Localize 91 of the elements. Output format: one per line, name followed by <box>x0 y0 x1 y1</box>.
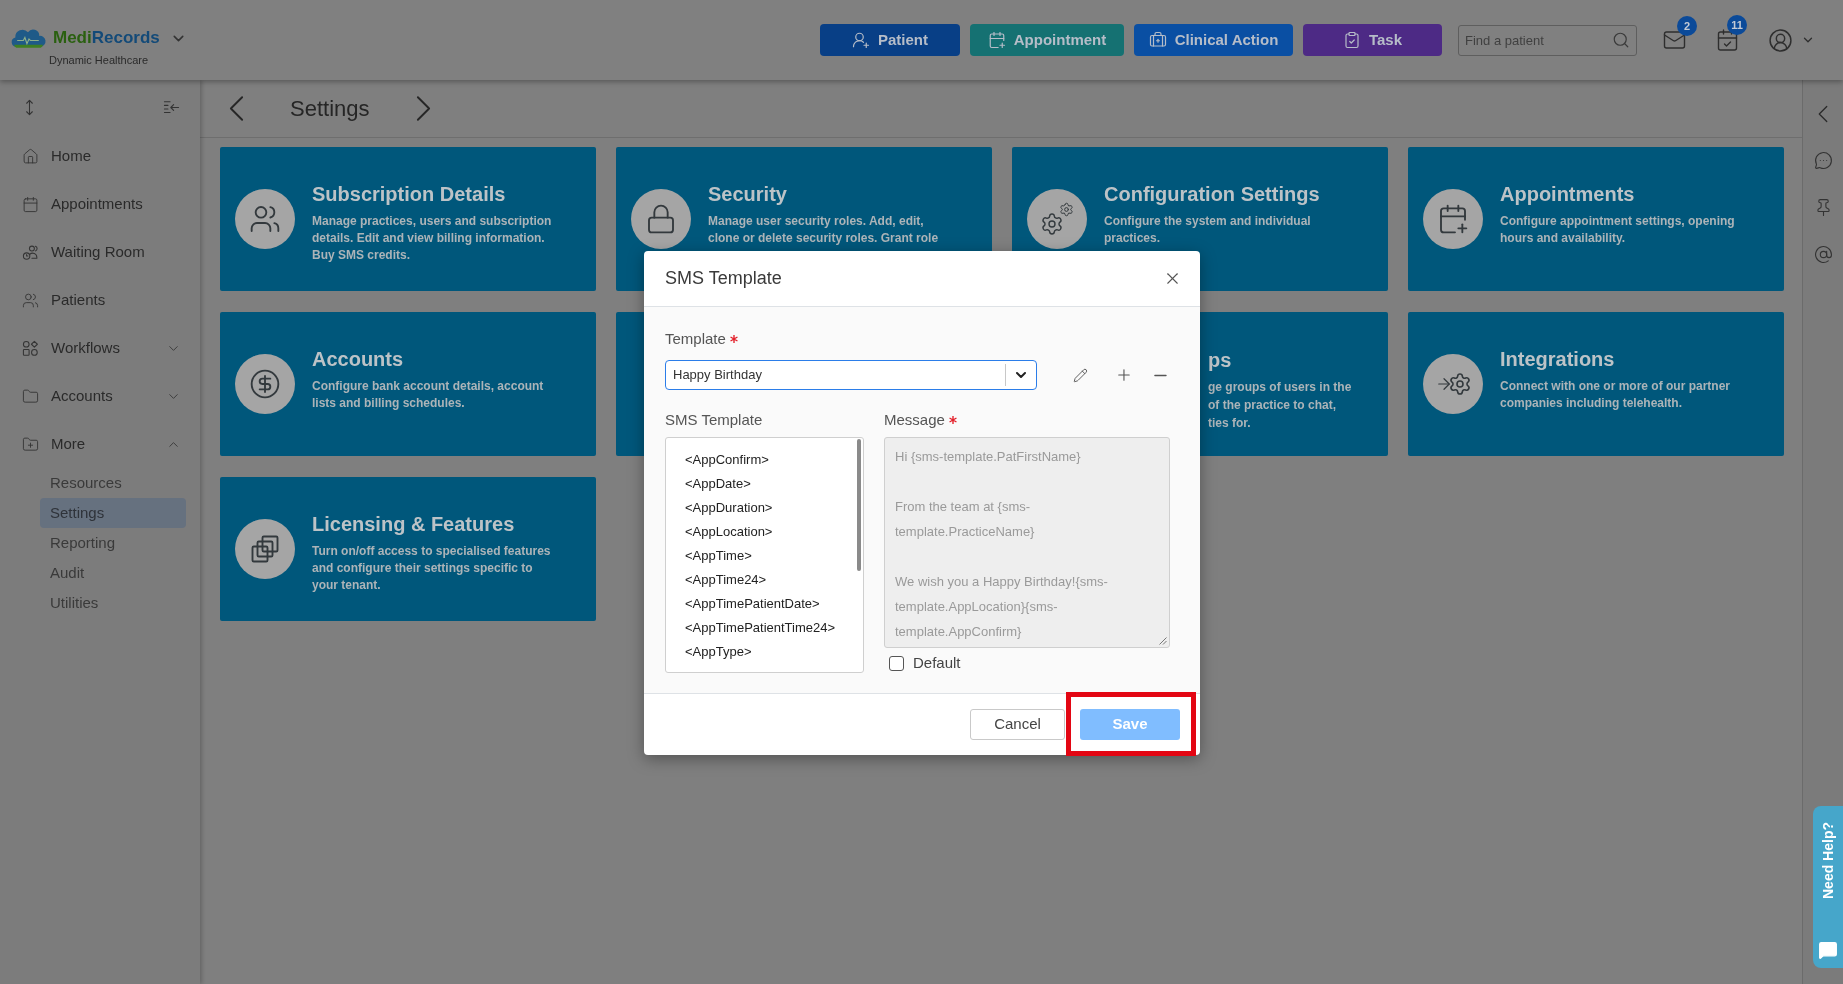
sidebar-subitem[interactable]: Resources <box>40 468 186 498</box>
folder-icon <box>22 387 39 405</box>
search-field[interactable]: Find a patient <box>1458 24 1637 56</box>
back-chevron-icon[interactable] <box>229 95 244 122</box>
template-select[interactable]: Happy Birthday <box>665 360 1038 390</box>
people-clock-icon <box>22 243 39 261</box>
settings-card[interactable]: Appointments Configure appointment settings, opening hours and availability. <box>1408 147 1784 291</box>
card-description: Configure appointment settings, opening hours and availability. <box>1500 213 1736 247</box>
header-action-button[interactable]: Task <box>1303 24 1442 56</box>
calendar-plus-icon <box>1423 189 1483 249</box>
sidebar-item[interactable]: More <box>0 420 200 468</box>
template-variable-item[interactable]: <AppLocation> <box>666 520 863 544</box>
gears-icon <box>1027 189 1087 249</box>
card-title: Licensing & Features <box>312 512 516 537</box>
card-description: Manage practices, users and subscription details. Edit and view billing information. Buy SMS credits. <box>312 213 553 264</box>
card-description: Connect with one or more of our partner companies including telehealth. <box>1500 378 1731 412</box>
count-badge: 11 <box>1727 15 1747 35</box>
card-title: ps <box>1208 348 1233 373</box>
help-tab[interactable]: Need Help? <box>1813 806 1843 968</box>
card-title: Appointments <box>1500 182 1636 207</box>
people-icon <box>235 189 295 249</box>
sidebar-subitem[interactable]: Reporting <box>40 528 186 558</box>
lock-icon <box>631 189 691 249</box>
sidebar-item[interactable]: Waiting Room <box>0 228 200 276</box>
cancel-button[interactable]: Cancel <box>970 709 1065 740</box>
card-description: Turn on/off access to specialised features and configure their settings specific to your tenant. <box>312 543 552 594</box>
template-variable-item[interactable]: <AppTimePatientDate> <box>666 592 863 616</box>
calendar-check-icon[interactable] <box>1715 28 1740 52</box>
mail-icon[interactable] <box>1662 28 1687 52</box>
calendar-plus-icon <box>987 31 1006 49</box>
sidebar-item[interactable]: Appointments <box>0 180 200 228</box>
medical-case-icon <box>1148 31 1167 49</box>
settings-card[interactable]: Licensing & Features Turn on/off access to specialised features and configure their settings specific to your tenant. <box>220 477 596 621</box>
page-title: Settings <box>290 95 370 123</box>
forward-chevron-icon[interactable] <box>415 95 431 122</box>
shapes-icon <box>22 339 39 357</box>
chat-bubble-icon <box>1818 940 1838 960</box>
card-description: Configure the system and individual practices. <box>1104 213 1312 247</box>
template-variable-item[interactable]: <AppType> <box>666 640 863 664</box>
checkbox-label[interactable]: Default <box>913 654 961 672</box>
calendar-icon <box>22 195 39 213</box>
people-icon <box>22 291 39 309</box>
home-icon <box>22 147 39 165</box>
sidebar-subitem[interactable]: Utilities <box>40 588 186 618</box>
card-title: Accounts <box>312 347 405 372</box>
template-variable-item[interactable]: <AppTimePatientTime24> <box>666 616 863 640</box>
search-icon[interactable] <box>1612 30 1630 49</box>
checkbox[interactable] <box>889 655 904 671</box>
header-action-button[interactable]: Appointment <box>970 24 1124 56</box>
sidebar-item[interactable]: Workflows <box>0 324 200 372</box>
template-variable-item[interactable]: <AppTime24> <box>666 568 863 592</box>
dialog-title: SMS Template <box>665 267 782 290</box>
template-variable-item[interactable]: <AppTime> <box>666 544 863 568</box>
card-description: Configure bank account details, account lists and billing schedules. <box>312 378 545 412</box>
arrow-gear-icon <box>1423 354 1483 414</box>
field-label: Message <box>884 409 945 430</box>
card-title: Subscription Details <box>312 182 507 207</box>
sidebar-subitem[interactable]: Settings <box>40 498 186 528</box>
count-badge: 2 <box>1677 16 1697 36</box>
at-sign-icon[interactable] <box>1813 245 1833 264</box>
template-variable-item[interactable]: <AppConfirm> <box>666 448 863 472</box>
settings-card[interactable]: Integrations Connect with one or more of our partner companies including telehealth. <box>1408 312 1784 456</box>
sidebar-item[interactable]: Patients <box>0 276 200 324</box>
edit-icon[interactable] <box>1073 367 1089 383</box>
card-title: Integrations <box>1500 347 1616 372</box>
logo-subtitle: Dynamic Healthcare <box>49 53 149 67</box>
expand-chevron-icon[interactable] <box>1818 105 1828 123</box>
settings-card[interactable]: Subscription Details Manage practices, users and subscription details. Edit and view billing information. Buy SMS credits. <box>220 147 596 291</box>
header-action-button[interactable]: Clinical Action <box>1134 24 1293 56</box>
folder-plus-icon <box>22 435 39 453</box>
stacked-squares-icon <box>235 519 295 579</box>
header-action-button[interactable]: Patient <box>820 24 960 56</box>
sidebar-subitem[interactable]: Audit <box>40 558 186 588</box>
settings-card[interactable]: Accounts Configure bank account details, account lists and billing schedules. <box>220 312 596 456</box>
card-title: Configuration Settings <box>1104 182 1321 207</box>
template-variable-item[interactable]: <AppDate> <box>666 472 863 496</box>
scrollbar[interactable] <box>857 439 861 571</box>
person-plus-icon <box>852 31 870 49</box>
card-description: ge groups of users in the of the practice to chat, ties for. <box>1208 379 1353 432</box>
template-variable-item[interactable]: <AppDuration> <box>666 496 863 520</box>
field-label: SMS Template <box>665 410 764 430</box>
card-description: Manage user security roles. Add, edit, clone or delete security roles. Grant role <box>708 213 940 247</box>
field-label: Template <box>665 328 726 349</box>
logo-text: MediRecords <box>53 27 160 49</box>
card-title: Security <box>708 182 788 207</box>
collapse-sidebar-icon[interactable] <box>162 98 181 116</box>
sidebar-item[interactable]: Accounts <box>0 372 200 420</box>
chat-icon[interactable] <box>1813 151 1833 170</box>
sidebar-item[interactable]: Home <box>0 132 200 180</box>
user-avatar-icon[interactable] <box>1768 27 1793 53</box>
clipboard-check-icon <box>1342 31 1361 49</box>
